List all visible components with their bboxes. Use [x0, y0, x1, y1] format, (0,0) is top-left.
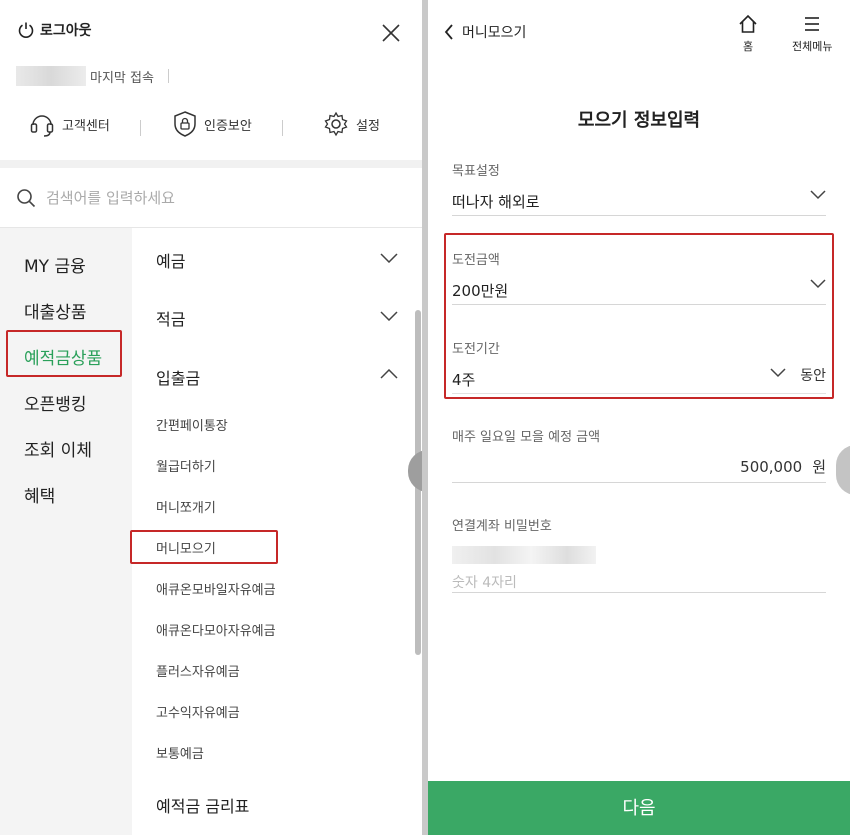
category-benefits[interactable]: 혜택 [24, 482, 55, 507]
menu-header: 로그아웃 마지막 접속 고객센터 인증보안 설정 [0, 0, 422, 160]
divider [282, 120, 283, 136]
category-list: MY 금융 대출상품 예적금상품 오픈뱅킹 조회 이체 혜택 [0, 228, 132, 835]
auth-security-label: 인증보안 [204, 118, 252, 134]
home-button[interactable]: 홈 [738, 14, 758, 54]
last-login: 마지막 접속 [16, 66, 169, 86]
category-my-finance[interactable]: MY 금융 [24, 252, 86, 277]
submenu-item[interactable]: 애큐온다모아자유예금 [156, 620, 276, 639]
masked-username [16, 66, 86, 86]
hamburger-icon [805, 17, 820, 31]
submenu-list: 예금 적금 입출금 간편페이통장 월급더하기 머니쪼개기 머니모으기 애큐온모바… [130, 228, 422, 835]
rate-table-link[interactable]: 예적금 금리표 [156, 793, 249, 817]
category-inquiry-transfer[interactable]: 조회 이체 [24, 436, 92, 461]
amount-label: 도전금액 [452, 253, 500, 268]
group-savings[interactable]: 적금 [156, 306, 185, 330]
submenu-item[interactable]: 애큐온모바일자유예금 [156, 579, 276, 598]
customer-center-link[interactable]: 고객센터 [28, 110, 110, 138]
chevron-down-icon [770, 368, 786, 378]
chevron-up-icon[interactable] [380, 369, 398, 379]
auth-security-link[interactable]: 인증보안 [172, 110, 252, 138]
highlight-box [6, 330, 122, 377]
submenu-item[interactable]: 보통예금 [156, 743, 204, 762]
submenu-item[interactable]: 간편페이통장 [156, 415, 228, 434]
search-bar [0, 168, 422, 228]
form-panel: 머니모으기 홈 전체메뉴 모으기 정보입력 목표설정 떠나자 해외로 도전금액 … [428, 0, 850, 835]
section-divider [0, 160, 422, 168]
settings-link[interactable]: 설정 [322, 110, 380, 138]
logout-button[interactable]: 로그아웃 [16, 20, 92, 40]
chevron-down-icon [810, 279, 826, 289]
password-field[interactable]: 연결계좌 비밀번호 숫자 4자리 [452, 515, 826, 593]
back-label: 머니모으기 [462, 25, 527, 41]
amount-value: 200만원 [452, 282, 509, 300]
all-menu-label: 전체메뉴 [792, 40, 833, 53]
divider [140, 120, 141, 136]
edge-handle[interactable] [836, 445, 850, 495]
chevron-down-icon [810, 190, 826, 200]
close-icon[interactable] [378, 20, 404, 46]
highlight-box [130, 530, 278, 564]
period-select[interactable]: 도전기간 4주 동안 [452, 338, 826, 394]
last-login-label: 마지막 접속 [90, 70, 154, 86]
weekly-amount-label: 매주 일요일 모을 예정 금액 [452, 430, 601, 445]
logout-label: 로그아웃 [40, 23, 92, 39]
group-deposit[interactable]: 예금 [156, 248, 185, 272]
submenu-item[interactable]: 월급더하기 [156, 456, 216, 475]
currency-unit: 원 [812, 458, 826, 476]
password-input[interactable]: 숫자 4자리 [452, 572, 826, 592]
weekly-amount-field: 매주 일요일 모을 예정 금액 500,000 원 [452, 426, 826, 483]
search-icon [17, 189, 36, 208]
group-checking[interactable]: 입출금 [156, 365, 200, 389]
chevron-left-icon [444, 24, 453, 40]
back-button[interactable]: 머니모으기 [444, 22, 526, 42]
amount-select[interactable]: 도전금액 200만원 [452, 249, 826, 305]
gear-icon [324, 111, 348, 137]
home-icon [739, 14, 757, 33]
period-suffix: 동안 [800, 368, 826, 384]
home-label: 홈 [742, 40, 754, 53]
menu-panel: 로그아웃 마지막 접속 고객센터 인증보안 설정 검색어를 입력하세요 MY 금… [0, 0, 422, 835]
goal-select[interactable]: 목표설정 떠나자 해외로 [452, 160, 826, 216]
goal-label: 목표설정 [452, 164, 500, 179]
shield-lock-icon [174, 111, 196, 137]
chevron-down-icon[interactable] [380, 253, 398, 263]
headset-icon [30, 115, 54, 137]
weekly-amount: 500,000 원 [740, 456, 826, 477]
power-icon [18, 22, 34, 38]
category-loan-products[interactable]: 대출상품 [24, 298, 87, 323]
all-menu-button[interactable]: 전체메뉴 [792, 14, 832, 54]
category-open-banking[interactable]: 오픈뱅킹 [24, 390, 87, 415]
page-title: 모으기 정보입력 [577, 110, 701, 131]
divider [167, 69, 169, 83]
submenu-item[interactable]: 플러스자유예금 [156, 661, 240, 680]
masked-account [452, 546, 596, 564]
next-button[interactable]: 다음 [428, 781, 850, 835]
password-label: 연결계좌 비밀번호 [452, 519, 552, 534]
app-header: 머니모으기 홈 전체메뉴 [428, 0, 850, 62]
customer-center-label: 고객센터 [62, 118, 110, 134]
quick-links: 고객센터 인증보안 설정 [0, 110, 422, 146]
weekly-amount-value: 500,000 [740, 458, 803, 476]
chevron-down-icon[interactable] [380, 311, 398, 321]
goal-value: 떠나자 해외로 [452, 193, 540, 211]
period-label: 도전기간 [452, 342, 500, 357]
submenu-item[interactable]: 머니쪼개기 [156, 497, 216, 516]
search-input[interactable] [46, 186, 386, 210]
submenu-item[interactable]: 고수익자유예금 [156, 702, 240, 721]
settings-label: 설정 [356, 118, 380, 134]
